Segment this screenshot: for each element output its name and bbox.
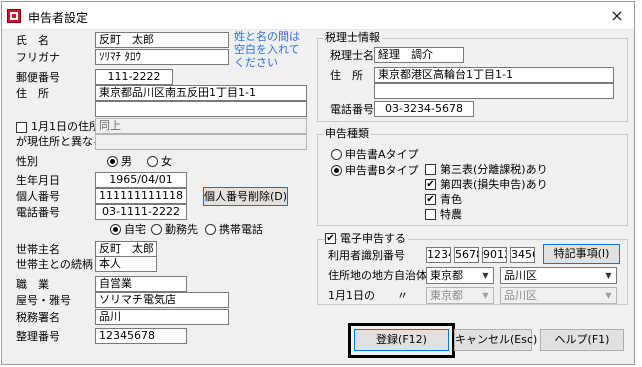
local-gov-label: 住所地の地方自治体 (328, 269, 427, 282)
postal-label: 郵便番号 (16, 71, 60, 84)
register-button[interactable]: 登録(F12) (354, 329, 449, 351)
accountant-address-field-2[interactable] (374, 83, 614, 99)
user-id-part-3[interactable]: 9012 (482, 247, 507, 263)
address-label: 住 所 (16, 87, 49, 100)
city-value: 品川区 (504, 269, 537, 282)
cancel-button[interactable]: キャンセル(Esc) (454, 329, 537, 351)
phone-mobile-label: 携帯電話 (219, 223, 263, 236)
special-farming-label: 特農 (440, 208, 462, 221)
window-title: 申告者設定 (28, 11, 89, 25)
jan1-address-label-1: 1月1日の住所 (31, 120, 100, 133)
jan1-pref-value: 東京都 (430, 289, 463, 302)
mynumber-delete-button[interactable]: 個人番号削除(D) (203, 187, 288, 206)
relation-field[interactable]: 本人 (95, 256, 157, 272)
title-bar: 申告者設定 × (2, 2, 634, 30)
address-field-2[interactable] (95, 101, 307, 117)
accountant-address-label: 住 所 (330, 69, 363, 82)
ref-number-field[interactable]: 12345678 (95, 328, 187, 344)
table4-label: 第四表(損失申告)あり (440, 178, 548, 191)
tax-office-label: 税務署名 (16, 311, 60, 324)
tax-office-field[interactable]: 品川 (95, 309, 229, 325)
trade-name-field[interactable]: ソリマチ電気店 (95, 292, 229, 308)
special-notes-button[interactable]: 特記事項(I) (543, 244, 620, 264)
sex-female-radio[interactable] (147, 156, 158, 167)
address-field-1[interactable]: 東京都品川区南五反田1丁目1-1 (95, 85, 307, 101)
jan1-address-label-2: が現住所と異なる (16, 135, 104, 148)
sex-label: 性別 (16, 155, 38, 168)
settings-dialog: 申告者設定 × 氏 名 反町 太郎 フリガナ ｿﾘﾏﾁ ﾀﾛｳ 姓と名の間は 空… (1, 1, 635, 365)
name-hint-line-1: 姓と名の間は (234, 30, 300, 43)
pref-select[interactable]: 東京都 ▼ (426, 267, 494, 284)
relation-label: 世帯主との続柄 (16, 258, 93, 271)
jan1-address-field-2[interactable] (95, 134, 307, 150)
jan1-address-field-1[interactable]: 同上 (95, 118, 307, 134)
accountant-group-title: 税理士情報 (323, 31, 382, 44)
trade-name-label: 屋号・雅号 (16, 294, 71, 307)
type-b-label: 申告書Bタイプ (345, 164, 419, 177)
phone-home-radio[interactable] (110, 224, 121, 235)
table3-label: 第三表(分離課税)あり (440, 163, 548, 176)
furigana-label: フリガナ (16, 51, 60, 64)
jan1-city-select[interactable]: 品川区 ▼ (500, 287, 617, 304)
accountant-phone-field[interactable]: 03-3234-5678 (374, 101, 474, 117)
close-button[interactable]: × (606, 6, 628, 26)
table3-checkbox[interactable] (425, 164, 436, 175)
mynumber-field[interactable]: 111111111118 (95, 188, 187, 204)
jan1-pref-select[interactable]: 東京都 ▼ (426, 287, 494, 304)
help-button[interactable]: ヘルプ(F1) (540, 329, 624, 351)
user-id-part-2[interactable]: 5678 (454, 247, 479, 263)
sex-female-label: 女 (161, 155, 172, 168)
sex-male-label: 男 (121, 155, 132, 168)
chevron-down-icon: ▼ (605, 291, 612, 300)
pref-value: 東京都 (430, 269, 463, 282)
phone-field[interactable]: 03-1111-2222 (95, 204, 187, 220)
type-b-radio[interactable] (331, 165, 342, 176)
birth-field[interactable]: 1965/04/01 (95, 172, 187, 188)
special-farming-checkbox[interactable] (425, 209, 436, 220)
furigana-field[interactable]: ｿﾘﾏﾁ ﾀﾛｳ (95, 49, 229, 65)
householder-label: 世帯主名 (16, 243, 60, 256)
occupation-field[interactable]: 自営業 (95, 276, 187, 292)
etax-checkbox[interactable]: ✔ (325, 233, 336, 244)
filing-type-group-title: 申告種類 (323, 127, 371, 140)
postal-field[interactable]: 111-2222 (95, 69, 173, 85)
name-field[interactable]: 反町 太郎 (95, 32, 229, 48)
user-id-part-4[interactable]: 3456 (510, 247, 535, 263)
birth-label: 生年月日 (16, 174, 60, 187)
ref-number-label: 整理番号 (16, 330, 60, 343)
type-a-radio[interactable] (331, 149, 342, 160)
accountant-name-label: 税理士名 (330, 49, 374, 62)
chevron-down-icon: ▼ (482, 291, 489, 300)
blue-return-checkbox[interactable]: ✔ (425, 194, 436, 205)
name-label: 氏 名 (16, 34, 49, 47)
name-hint-line-3: ください (234, 56, 278, 69)
householder-field[interactable]: 反町 太郎 (95, 241, 157, 257)
phone-label: 電話番号 (16, 206, 60, 219)
jan1-local-gov-label: 1月1日の 〃 (328, 289, 408, 302)
user-id-label: 利用者識別番号 (328, 249, 405, 262)
name-hint-line-2: 空白を入れて (234, 43, 300, 56)
user-id-part-1[interactable]: 1234 (426, 247, 451, 263)
jan1-city-value: 品川区 (504, 289, 537, 302)
blue-return-label: 青色 (440, 193, 462, 206)
chevron-down-icon: ▼ (605, 271, 612, 280)
accountant-address-field-1[interactable]: 東京都港区高輪台1丁目1-1 (374, 67, 614, 83)
table4-checkbox[interactable]: ✔ (425, 179, 436, 190)
occupation-label: 職 業 (16, 278, 49, 291)
phone-mobile-radio[interactable] (205, 224, 216, 235)
sex-male-radio[interactable] (107, 156, 118, 167)
city-select[interactable]: 品川区 ▼ (500, 267, 617, 284)
phone-home-label: 自宅 (124, 223, 146, 236)
jan1-address-checkbox[interactable] (16, 122, 27, 133)
accountant-name-field[interactable]: 経理 調介 (374, 47, 464, 63)
type-a-label: 申告書Aタイプ (345, 148, 419, 161)
etax-group-title: 電子申告する (338, 232, 408, 245)
app-icon (7, 9, 21, 23)
phone-work-label: 勤務先 (165, 223, 198, 236)
mynumber-label: 個人番号 (16, 190, 60, 203)
chevron-down-icon: ▼ (482, 271, 489, 280)
accountant-phone-label: 電話番号 (330, 103, 374, 116)
phone-work-radio[interactable] (151, 224, 162, 235)
